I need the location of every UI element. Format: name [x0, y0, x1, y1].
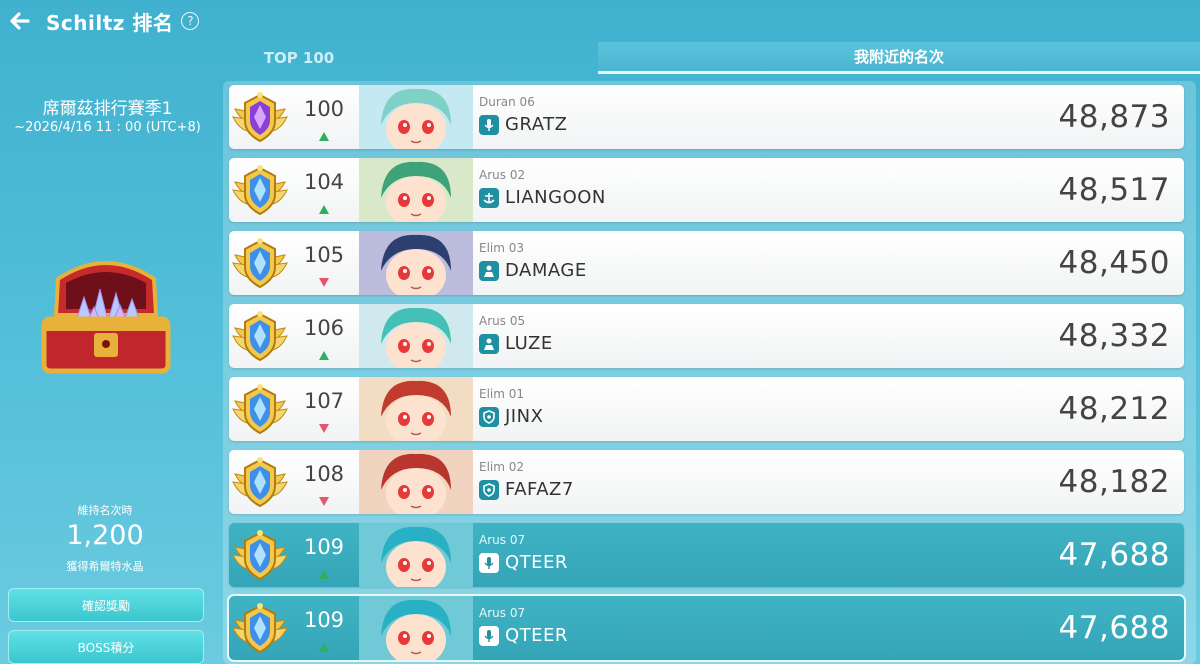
- ranking-row[interactable]: 109 Arus 07 QTEER 47,688: [229, 523, 1184, 587]
- rank-down-arrow-icon: [319, 272, 329, 287]
- rank-number: 108: [303, 462, 345, 486]
- player-name: QTEER: [505, 552, 568, 573]
- rank-number: 107: [303, 389, 345, 413]
- top-bar: Schiltz 排名 ?: [0, 0, 1200, 42]
- server-label: Arus 05: [479, 314, 526, 328]
- character-portrait: [359, 304, 473, 368]
- ranking-row[interactable]: 100 Duran 06 GRATZ 48,873: [229, 85, 1184, 149]
- treasure-chest-icon: [36, 249, 176, 379]
- server-label: Elim 02: [479, 460, 525, 474]
- reward-amount: 1,200: [66, 520, 144, 551]
- boss-score-button[interactable]: BOSS積分: [8, 630, 204, 664]
- rank-number: 104: [303, 170, 345, 194]
- ranking-row[interactable]: 105 Elim 03 DAMAGE 48,450: [229, 231, 1184, 295]
- ranking-row[interactable]: 106 Arus 05 LUZE 48,332: [229, 304, 1184, 368]
- rank-down-arrow-icon: [319, 491, 329, 506]
- character-portrait: [359, 450, 473, 514]
- blue-wing-badge: [231, 162, 289, 218]
- anchor-icon: [479, 187, 499, 208]
- player-name: JINX: [505, 406, 544, 427]
- player-name-wrap: FAFAZ7: [479, 479, 574, 500]
- ranking-tabs: TOP 100 我附近的名次: [0, 42, 1200, 74]
- purple-wing-badge: [231, 89, 289, 145]
- blue-wing-badge: [231, 600, 289, 656]
- rank-up-arrow-icon: [319, 199, 329, 214]
- ranking-row[interactable]: 104 Arus 02 LIANGOON 48,517: [229, 158, 1184, 222]
- player-name-wrap: GRATZ: [479, 114, 567, 135]
- player-score: 48,332: [1058, 318, 1170, 354]
- summoner-icon: [479, 260, 499, 281]
- character-portrait: [359, 596, 473, 660]
- page-title: Schiltz 排名: [46, 10, 174, 35]
- season-name: 席爾茲排行賽季1: [42, 99, 173, 119]
- shield-icon: [479, 406, 499, 427]
- back-arrow-icon[interactable]: [8, 9, 32, 33]
- player-name-wrap: LUZE: [479, 333, 553, 354]
- ranking-row[interactable]: 108 Elim 02 FAFAZ7 48,182: [229, 450, 1184, 514]
- player-score: 47,688: [1058, 537, 1170, 573]
- server-label: Arus 07: [479, 606, 526, 620]
- rank-number: 109: [303, 608, 345, 632]
- ranking-row[interactable]: 107 Elim 01 JINX 48,212: [229, 377, 1184, 441]
- blue-wing-badge: [231, 235, 289, 291]
- confirm-reward-button[interactable]: 確認獎勵: [8, 588, 204, 622]
- server-label: Elim 03: [479, 241, 525, 255]
- rank-up-arrow-icon: [319, 345, 329, 360]
- server-label: Arus 07: [479, 533, 526, 547]
- microphone-icon: [479, 625, 499, 646]
- rank-up-arrow-icon: [319, 564, 329, 579]
- server-label: Duran 06: [479, 95, 535, 109]
- tab-my-nearby-rank[interactable]: 我附近的名次: [598, 42, 1200, 74]
- help-icon[interactable]: ?: [181, 12, 200, 30]
- player-score: 48,212: [1058, 391, 1170, 427]
- blue-wing-badge: [231, 454, 289, 510]
- blue-wing-badge: [231, 381, 289, 437]
- player-name: QTEER: [505, 625, 568, 646]
- rank-number: 100: [303, 97, 345, 121]
- rank-up-arrow-icon: [319, 126, 329, 141]
- player-score: 48,517: [1058, 172, 1170, 208]
- player-score: 48,182: [1058, 464, 1170, 500]
- player-name-wrap: LIANGOON: [479, 187, 606, 208]
- player-score: 48,873: [1058, 99, 1170, 135]
- ranking-list[interactable]: 100 Duran 06 GRATZ 48,873 104 Arus 02 LI…: [223, 81, 1196, 664]
- season-end-date: ~2026/4/16 11 : 00 (UTC+8): [14, 120, 201, 135]
- player-name: FAFAZ7: [505, 479, 574, 500]
- rank-up-arrow-icon: [319, 637, 329, 652]
- microphone-icon: [479, 114, 499, 135]
- microphone-icon: [479, 552, 499, 573]
- rank-number: 105: [303, 243, 345, 267]
- player-name: LUZE: [505, 333, 553, 354]
- player-name: GRATZ: [505, 114, 568, 135]
- character-portrait: [359, 523, 473, 587]
- reward-description: 獲得希爾特水晶: [66, 560, 144, 573]
- character-portrait: [359, 158, 473, 222]
- server-label: Elim 01: [479, 387, 525, 401]
- server-label: Arus 02: [479, 168, 526, 182]
- player-score: 48,450: [1058, 245, 1170, 281]
- player-name-wrap: DAMAGE: [479, 260, 587, 281]
- shield-icon: [479, 479, 499, 500]
- keep-rank-label: 維持名次時: [77, 504, 133, 517]
- blue-wing-badge: [231, 308, 289, 364]
- rank-number: 109: [303, 535, 345, 559]
- player-name-wrap: QTEER: [479, 625, 568, 646]
- character-portrait: [359, 231, 473, 295]
- player-name-wrap: JINX: [479, 406, 543, 427]
- character-portrait: [359, 85, 473, 149]
- rank-number: 106: [303, 316, 345, 340]
- season-sidebar: 席爾茲排行賽季1 ~2026/4/16 11 : 00 (UTC+8) 維持名次…: [0, 74, 215, 664]
- my-ranking-row[interactable]: 109 Arus 07 QTEER 47,688: [227, 594, 1186, 662]
- player-score: 47,688: [1058, 610, 1170, 646]
- tab-top-100[interactable]: TOP 100: [0, 42, 598, 74]
- character-portrait: [359, 377, 473, 441]
- summoner-icon: [479, 333, 499, 354]
- player-name-wrap: QTEER: [479, 552, 568, 573]
- player-name: LIANGOON: [505, 187, 606, 208]
- rank-down-arrow-icon: [319, 418, 329, 433]
- player-name: DAMAGE: [505, 260, 587, 281]
- blue-wing-badge: [231, 527, 289, 583]
